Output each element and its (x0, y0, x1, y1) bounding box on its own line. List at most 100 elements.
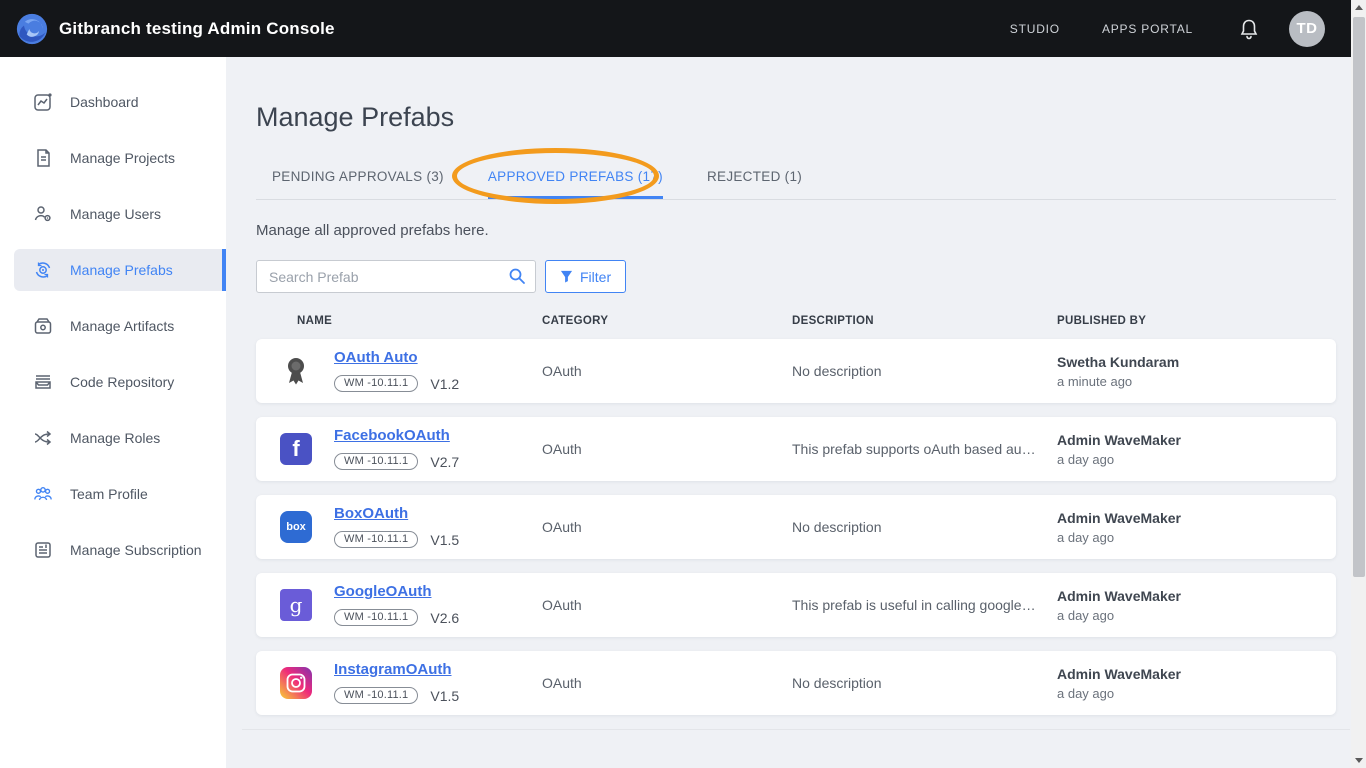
published-time: a day ago (1057, 608, 1336, 623)
sidebar-item-label: Manage Prefabs (70, 262, 173, 278)
user-avatar[interactable]: TD (1289, 11, 1325, 47)
main-content: Manage Prefabs PENDING APPROVALS (3) APP… (226, 57, 1366, 768)
sidebar-item-label: Manage Artifacts (70, 318, 174, 334)
published-time: a day ago (1057, 686, 1336, 701)
prefab-version: V2.6 (430, 611, 459, 625)
sidebar-item-code-repository[interactable]: Code Repository (14, 361, 226, 403)
column-header-published-by: PUBLISHED BY (1057, 315, 1336, 327)
published-by-name: Swetha Kundaram (1057, 354, 1336, 370)
code-repository-icon (32, 371, 54, 393)
projects-icon (32, 147, 54, 169)
published-by-name: Admin WaveMaker (1057, 588, 1336, 604)
instagram-icon (280, 667, 312, 699)
search-icon[interactable] (508, 267, 526, 285)
prefab-name-link[interactable]: InstagramOAuth (334, 662, 452, 677)
prefab-name-link[interactable]: BoxOAuth (334, 506, 408, 521)
dashboard-icon (32, 91, 54, 113)
prefab-version: V1.2 (430, 377, 459, 391)
wm-version-badge: WM -10.11.1 (334, 687, 418, 704)
table-row: box BoxOAuth WM -10.11.1 V1.5 OAuth No d… (256, 495, 1336, 559)
scrollbar-down-arrow[interactable] (1351, 752, 1366, 768)
prefab-version: V2.7 (430, 455, 459, 469)
sidebar-item-manage-roles[interactable]: Manage Roles (14, 417, 226, 459)
prefab-category: OAuth (542, 597, 792, 613)
sidebar-item-label: Manage Projects (70, 150, 175, 166)
prefab-name-link[interactable]: GoogleOAuth (334, 584, 432, 599)
facebook-icon: f (280, 433, 312, 465)
filter-button-label: Filter (580, 269, 611, 285)
wm-version-badge: WM -10.11.1 (334, 375, 418, 392)
page-scrollbar[interactable] (1351, 0, 1366, 768)
prefab-description: No description (792, 519, 1057, 535)
wm-version-badge: WM -10.11.1 (334, 609, 418, 626)
published-by-name: Admin WaveMaker (1057, 510, 1336, 526)
sidebar: Dashboard Manage Projects Manage Users M… (0, 57, 226, 768)
google-icon: g (280, 589, 312, 621)
prefab-category: OAuth (542, 363, 792, 379)
tab-pending-approvals[interactable]: PENDING APPROVALS (3) (272, 159, 444, 199)
sidebar-item-manage-projects[interactable]: Manage Projects (14, 137, 226, 179)
team-profile-icon (32, 483, 54, 505)
prefab-name-link[interactable]: FacebookOAuth (334, 428, 450, 443)
sidebar-item-label: Manage Subscription (70, 542, 202, 558)
prefab-category: OAuth (542, 675, 792, 691)
published-by-name: Admin WaveMaker (1057, 666, 1336, 682)
section-subtitle: Manage all approved prefabs here. (256, 222, 1336, 239)
prefab-version: V1.5 (430, 533, 459, 547)
subscription-icon (32, 539, 54, 561)
table-row: InstagramOAuth WM -10.11.1 V1.5 OAuth No… (256, 651, 1336, 715)
sidebar-item-manage-subscription[interactable]: Manage Subscription (14, 529, 226, 571)
wavemaker-logo-icon (16, 13, 48, 45)
sidebar-item-label: Code Repository (70, 374, 174, 390)
sidebar-item-label: Dashboard (70, 94, 139, 110)
medal-icon (280, 355, 312, 387)
tab-bar: PENDING APPROVALS (3) APPROVED PREFABS (… (256, 159, 1336, 200)
table-row: OAuth Auto WM -10.11.1 V1.2 OAuth No des… (256, 339, 1336, 403)
published-time: a day ago (1057, 530, 1336, 545)
prefab-category: OAuth (542, 441, 792, 457)
sidebar-item-label: Team Profile (70, 486, 148, 502)
roles-icon (32, 427, 54, 449)
prefab-description: This prefab supports oAuth based authent… (792, 441, 1057, 457)
filter-funnel-icon (560, 270, 573, 283)
wm-version-badge: WM -10.11.1 (334, 531, 418, 548)
search-input[interactable] (256, 260, 536, 293)
notification-bell-icon[interactable] (1239, 18, 1259, 40)
published-by-name: Admin WaveMaker (1057, 432, 1336, 448)
artifacts-icon (32, 315, 54, 337)
box-icon: box (280, 511, 312, 543)
prefabs-icon (32, 259, 54, 281)
studio-link[interactable]: STUDIO (1010, 22, 1060, 36)
bottom-divider (242, 729, 1350, 730)
column-header-name: NAME (297, 315, 542, 327)
sidebar-item-label: Manage Users (70, 206, 161, 222)
table-row: g GoogleOAuth WM -10.11.1 V2.6 OAuth Thi… (256, 573, 1336, 637)
sidebar-item-label: Manage Roles (70, 430, 160, 446)
search-box (256, 260, 536, 293)
apps-portal-link[interactable]: APPS PORTAL (1102, 22, 1193, 36)
scrollbar-thumb[interactable] (1353, 17, 1365, 577)
tab-approved-prefabs[interactable]: APPROVED PREFABS (17) (488, 159, 663, 199)
sidebar-item-manage-users[interactable]: Manage Users (14, 193, 226, 235)
wm-version-badge: WM -10.11.1 (334, 453, 418, 470)
page-title: Manage Prefabs (256, 102, 1336, 133)
sidebar-item-manage-prefabs[interactable]: Manage Prefabs (14, 249, 226, 291)
scrollbar-up-arrow[interactable] (1351, 0, 1366, 16)
sidebar-item-team-profile[interactable]: Team Profile (14, 473, 226, 515)
published-time: a day ago (1057, 452, 1336, 467)
table-header: NAME CATEGORY DESCRIPTION PUBLISHED BY (256, 293, 1336, 339)
prefab-description: This prefab is useful in calling google … (792, 597, 1057, 613)
tab-rejected[interactable]: REJECTED (1) (707, 159, 802, 199)
column-header-category: CATEGORY (542, 315, 792, 327)
prefab-name-link[interactable]: OAuth Auto (334, 350, 418, 365)
prefab-description: No description (792, 675, 1057, 691)
column-header-description: DESCRIPTION (792, 315, 1057, 327)
published-time: a minute ago (1057, 374, 1336, 389)
table-row: f FacebookOAuth WM -10.11.1 V2.7 OAuth T… (256, 417, 1336, 481)
prefab-category: OAuth (542, 519, 792, 535)
users-icon (32, 203, 54, 225)
sidebar-item-manage-artifacts[interactable]: Manage Artifacts (14, 305, 226, 347)
prefab-description: No description (792, 363, 1057, 379)
filter-button[interactable]: Filter (545, 260, 626, 293)
sidebar-item-dashboard[interactable]: Dashboard (14, 81, 226, 123)
